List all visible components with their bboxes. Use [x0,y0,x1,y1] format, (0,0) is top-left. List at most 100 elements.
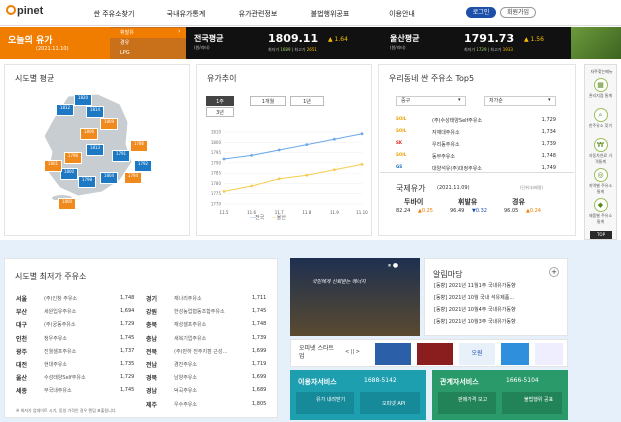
cheapest-row[interactable]: 경북 남양주유소 1,699 [146,371,266,383]
station-price: 1,734 [541,129,556,135]
illegal-publish-button[interactable]: 불법행위 공표 [502,392,562,414]
region-jeonnam[interactable]: 1798 [78,176,96,188]
cheapest-row[interactable]: 서울 (주)인창 주유소 1,748 [16,292,136,304]
startup-thumb-3[interactable]: 오원 [459,343,495,365]
opinet-logo[interactable]: pinet [6,5,43,17]
region-sejong[interactable]: 1801 [44,160,62,172]
user-service-title: 이용자서비스 [298,378,337,386]
cheapest-row[interactable]: 강원 한성농업협동조합주유소 1,745 [146,305,266,317]
login-button[interactable]: 로그인 [466,7,496,18]
cheapest-row[interactable]: 경기 재나리주유소 1,711 [146,292,266,304]
notice-item[interactable]: [동향] 2021년 10월3주 국내유가동향 [434,318,564,325]
fuel-tab-diesel[interactable]: 경유 [110,38,186,48]
cheapest-row[interactable]: 전남 경진주유소 1,719 [146,358,266,370]
ulsan-change: ▲ 1.56 [524,36,544,43]
notice-item[interactable]: [동향] 2021년 10월4주 국내유가동향 [434,306,564,313]
y-tick-label: 1790 [211,160,222,165]
legend-ulsan: 울산 [276,215,286,221]
cheapest-station: 세원입유주유소 [44,309,77,316]
top-button[interactable]: TOP [590,231,612,239]
quick-item[interactable]: ⌕ 한주유소 찾기 [588,108,613,129]
cheapest-row[interactable]: 충북 재성셀프주유소 1,748 [146,318,266,330]
ulsan-value: 1791.73 [464,32,515,45]
period-tab-3y[interactable]: 3년 [206,107,234,117]
quick-item[interactable]: ◎ 지역별 주유소통계 [588,168,613,195]
top5-row[interactable]: SOIL 자재대주유소 1,734 [396,127,556,138]
region-gyeongnam[interactable]: 1804 [100,172,118,184]
x-tick-label: 11.10 [356,210,368,215]
region-gyeonggi[interactable]: 1820 [74,94,92,106]
series-point-1 [360,163,364,166]
opinet-api-button[interactable]: 오피넷 API [360,392,420,414]
cheapest-row[interactable]: 부산 세원입유주유소 1,694 [16,305,136,317]
nav-find-cheap[interactable]: 싼 주유소찾기 [78,9,150,19]
region-ulsan[interactable]: 1792 [134,160,152,172]
nav-oil-info[interactable]: 유가관련정보 [222,9,294,19]
region-busan[interactable]: 1794 [124,172,142,184]
startup-thumb-5[interactable] [535,343,563,365]
region-name: 세종 [16,388,28,396]
cheapest-row[interactable]: 전북 (주)만하 전주지점 근성… 1,699 [146,345,266,357]
startup-thumb-2[interactable] [417,343,453,365]
startup-thumb-1[interactable] [375,343,411,365]
top5-row[interactable]: SOIL (주)수성태양Self주유소 1,729 [396,115,556,126]
quick-item[interactable]: ◆ 제품별 주유소통계 [588,198,613,225]
pause-icon[interactable]: ⏸ ● [388,262,398,270]
region-daegu[interactable]: 1791 [112,150,130,162]
period-tab-1m[interactable]: 1개월 [250,96,286,106]
cheapest-station: 수성태양Self주유소 [44,375,86,382]
region-chungbuk[interactable]: 1809 [100,118,118,130]
station-price: 1,729 [541,117,556,123]
report-price-button[interactable]: 판매가격 보고 [438,392,496,414]
region-seoul[interactable]: 1812 [56,104,74,116]
user-service-box: 이용자서비스 1688-5142 유가 내려받기 오피넷 API [290,370,426,420]
banner-image[interactable]: 국민에게 신뢰받는 에너지 ⏸ ● [290,258,420,336]
cheapest-row[interactable]: 세종 부국내주유소 1,745 [16,384,136,396]
brand-logo: SK [396,140,402,145]
fuel-tab-gasoline[interactable]: 휘발유 [110,28,186,38]
region-gyeongbuk[interactable]: 1786 [130,140,148,152]
plus-icon[interactable]: + [549,267,559,277]
region-daejeon[interactable]: 1813 [86,144,104,156]
download-price-button[interactable]: 유가 내려받기 [296,392,354,414]
station-price: 1,739 [541,141,556,147]
top5-row[interactable]: SK 우리동주유소 1,739 [396,139,556,150]
cheapest-price: 1,689 [252,387,267,394]
join-button[interactable]: 회원가입 [500,7,536,18]
period-tab-1y[interactable]: 1년 [290,96,324,106]
series-point-1 [333,168,336,172]
region-jeonbuk[interactable]: 1796 [64,152,82,164]
quick-item[interactable]: ₩ 자동차연료 가격통계 [588,138,613,165]
notice-item[interactable]: [동향] 2021년 10월 국내 석유제품… [434,294,564,301]
region-jeju[interactable]: 1800 [58,198,76,210]
cheapest-row[interactable]: 경남 덕곡주유소 1,689 [146,384,266,396]
cheapest-row[interactable]: 인천 청우주유소 1,745 [16,332,136,344]
period-tab-1w[interactable]: 1주 [206,96,234,106]
district-select[interactable]: 중구 [396,96,466,106]
region-chungnam[interactable]: 1806 [80,128,98,140]
cheapest-row[interactable]: 광주 진월셀프주유소 1,737 [16,345,136,357]
nav-illegal[interactable]: 불법행위공표 [294,9,366,19]
admin-service-box: 관계자서비스 1666-5104 판매가격 보고 불법행위 공표 [432,370,568,420]
nav-domestic-stats[interactable]: 국내유가통계 [150,9,222,19]
region-gangwon[interactable]: 1814 [86,106,104,118]
cheapest-row[interactable]: 제주 우수주유소 1,805 [146,398,266,410]
region-name: 제주 [146,401,158,409]
cheapest-row[interactable]: 대구 (주)궁동주유소 1,729 [16,318,136,330]
cheapest-station: 우수주유소 [174,401,198,408]
sort-select[interactable]: 저가순 [484,96,556,106]
cheapest-row[interactable]: 울산 수성태양Self주유소 1,729 [16,371,136,383]
startup-pager[interactable]: < || > [345,349,360,355]
quick-label: 관리지점 통계 [588,93,613,98]
fuel-tab-lpg[interactable]: LPG [110,48,186,58]
region-gwangju[interactable]: 1800 [60,168,78,180]
nav-guide[interactable]: 이용안내 [366,9,438,19]
brand-logo: SOIL [396,152,407,157]
quick-item[interactable]: ▦ 관리지점 통계 [588,78,613,99]
startup-thumb-4[interactable] [501,343,529,365]
cheapest-row[interactable]: 충남 새복기업주유소 1,739 [146,332,266,344]
top5-row[interactable]: SOIL 동부주유소 1,748 [396,151,556,162]
station-price: 1,749 [541,165,556,171]
cheapest-row[interactable]: 대전 현대주유소 1,735 [16,358,136,370]
notice-item[interactable]: [동향] 2021년 11월1주 국내유가동향 [434,282,564,289]
